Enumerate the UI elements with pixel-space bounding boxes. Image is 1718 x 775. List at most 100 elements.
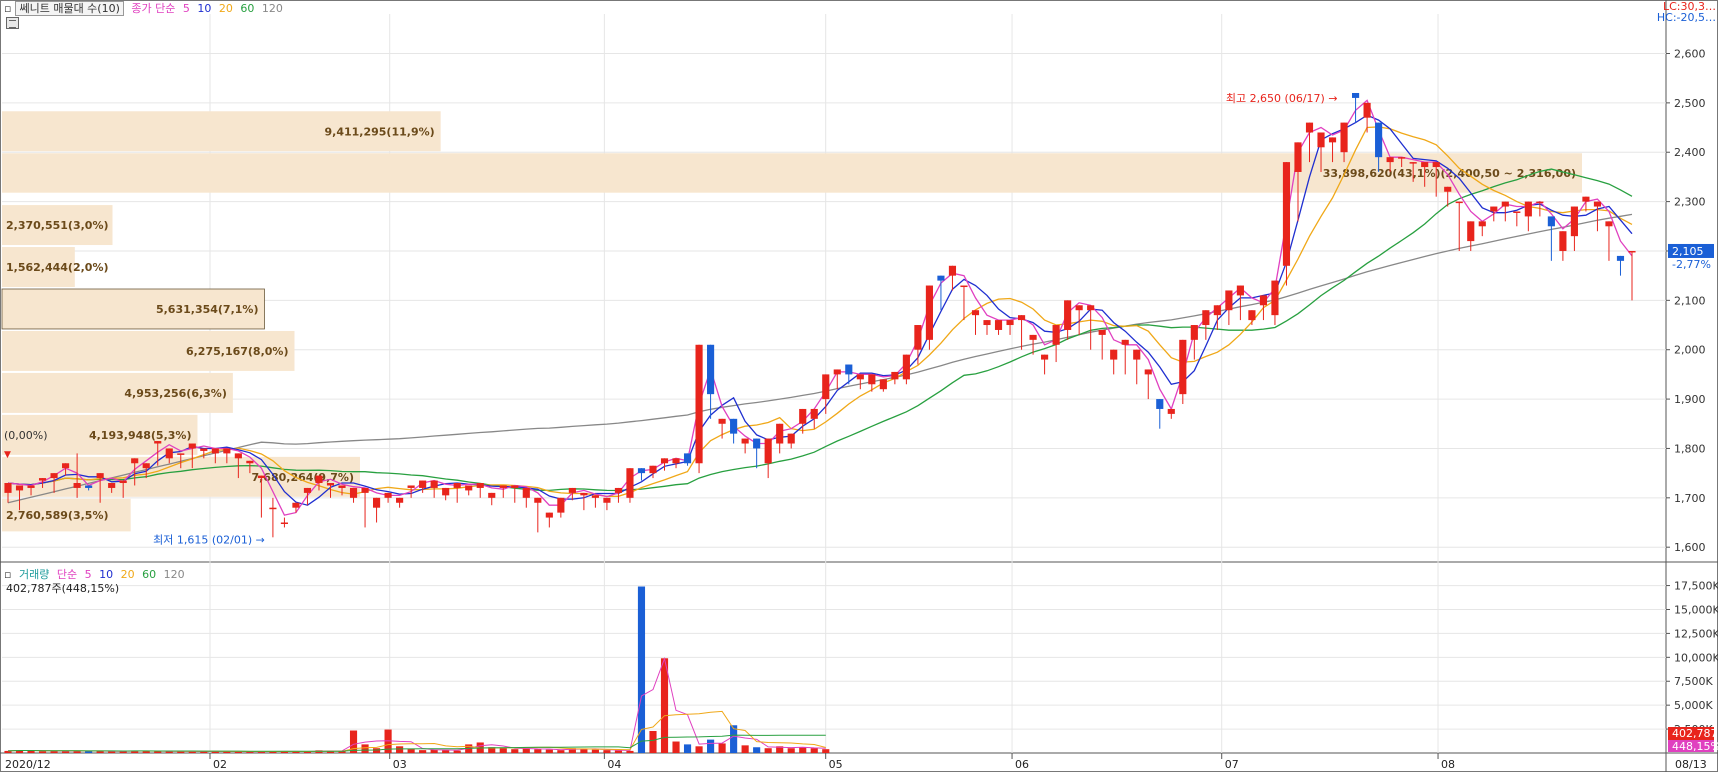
volume-ma-120[interactable]: 120 [164,568,185,581]
candle-body [119,480,127,484]
last-price-label: 2,105 [1672,245,1704,258]
candle-body [1110,349,1118,360]
candle-body [1501,201,1509,207]
candle-body [660,458,669,464]
candle-body [1317,132,1325,148]
candle-body [580,492,588,496]
candle-body [971,310,980,316]
candle-body [1098,329,1106,335]
candle-body [983,320,991,326]
candle-body [614,487,623,493]
volume-bar [753,747,761,753]
candle-body [856,374,864,380]
ma-period-10[interactable]: 10 [197,2,211,15]
candle-body [822,374,830,400]
ma-label: 종가 단순 [131,2,176,15]
table-icon[interactable] [6,17,19,29]
candle-body [96,473,104,479]
time-tick-label: 08/13 [1675,758,1707,771]
volume-profile-label: 6,275,167(8,0%) [186,345,289,358]
candle-body [787,433,795,444]
volume-bar [822,749,830,753]
candle-body [38,478,47,481]
candle-body [1352,92,1360,98]
candle-body [879,379,887,390]
candle-body [1375,122,1383,158]
candle-body [453,483,461,488]
candle-body [1547,216,1555,227]
ma60-line [7,168,1633,492]
volume-tick-label: 7,500K [1674,675,1713,688]
candle-body [1121,339,1129,345]
volume-bar [707,739,715,753]
volume-ma-60[interactable]: 60 [142,568,156,581]
candle-body [269,507,277,510]
volume-ma-20[interactable]: 20 [121,568,135,581]
volume-tick-label: 5,000K [1674,699,1713,712]
candle-body [1259,295,1268,306]
candle-body [1248,310,1256,321]
candle-body [142,463,150,469]
time-tick-label: 2020/12 [5,758,51,771]
price-tick-label: 2,600 [1674,47,1706,60]
candle-body [960,285,968,288]
candle-body [280,522,288,525]
candle-body [1559,231,1567,251]
candle-body [810,408,818,419]
ma-period-60[interactable]: 60 [240,2,254,15]
volume-profile-label: 1,562,444(2,0%) [6,261,109,274]
candle-body [1340,122,1348,153]
candle-body [1628,250,1636,253]
volume-bar [591,749,599,753]
volume-profile-label: 7,680,264(9,7%) [251,471,354,484]
candle-body [1455,201,1463,204]
candle-body [1017,315,1026,321]
candle-body [718,418,726,424]
candle-body [1467,221,1475,242]
high-annotation: 최고 2,650 (06/17) → [1226,92,1338,105]
candle-body [465,485,473,491]
candle-body [1409,162,1417,164]
candle-body [1478,221,1486,227]
ma-period-5[interactable]: 5 [183,2,190,15]
ma-period-20[interactable]: 20 [219,2,233,15]
volume-bar [361,744,369,753]
candle-body [1156,399,1164,409]
candle-body [672,458,680,464]
volume-profile-label: 5,631,354(7,1%) [156,303,259,316]
volume-profile-label: 2,370,551(3,0%) [6,219,109,232]
volume-ma60-line [7,734,826,752]
candle-body [845,364,853,375]
volume-bar [511,749,519,753]
candle-body [534,497,542,503]
candle-body [1225,290,1233,311]
candle-body [1421,162,1429,168]
volume-bar [453,750,461,753]
candle-body [1616,255,1625,261]
candle-body [1513,211,1521,213]
candle-body [868,374,876,385]
candle-body [1536,201,1544,204]
volume-bar [718,743,726,753]
volume-bar [442,750,450,753]
candle-body [1386,157,1394,163]
volume-bar [787,748,795,753]
volume-last-value: 402,787주(448,15%) [6,582,120,595]
candle-body [1570,206,1578,237]
volume-tick-label: 10,000K [1674,651,1718,664]
last-change-label: -2,77% [1672,258,1711,271]
candle-body [1052,325,1060,345]
candle-body [384,492,392,498]
price-tick-label: 1,600 [1674,541,1706,554]
candle-body [1363,102,1371,118]
ma-period-120[interactable]: 120 [262,2,283,15]
candle-body [177,453,185,455]
candle-body [223,448,231,454]
candle-body [1087,305,1095,311]
volume-bar [660,658,669,753]
candle-body [1444,186,1452,192]
candle-body [1075,305,1083,311]
candle-body [108,483,116,488]
indicator-title-button[interactable]: 쎄니트 매물대 수(10) [15,1,124,16]
candle-body [85,485,93,488]
